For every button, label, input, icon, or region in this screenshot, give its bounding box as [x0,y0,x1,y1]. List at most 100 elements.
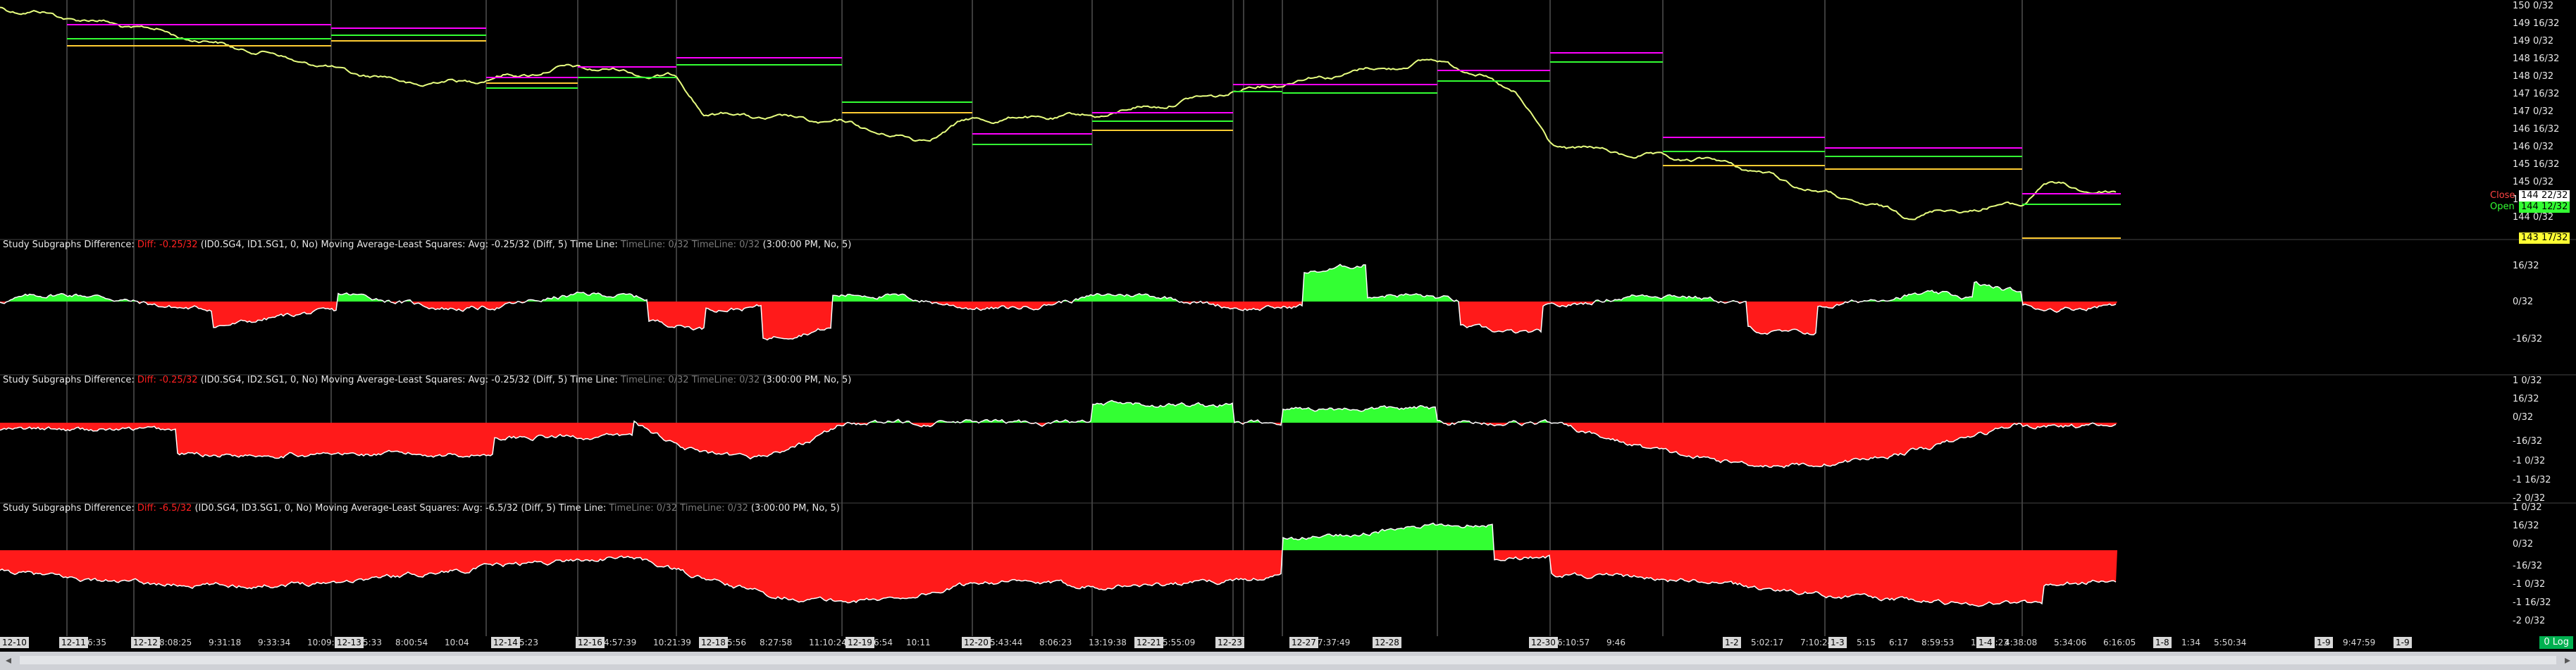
study-axis-tick: 16/32 [2513,521,2539,531]
close-value-box: 144 22/32 [2519,190,2570,201]
date-tag: 12-12 [131,637,160,648]
date-tag: 12-28 [1373,637,1401,648]
time-tag: 10:04 [445,638,469,647]
time-tag: 9:47:59 [2343,638,2376,647]
study-axis-tick: 1 0/32 [2513,502,2542,513]
study-title: Study Subgraphs Difference: [3,375,135,385]
time-tag: 5:23 [519,638,538,647]
study-axis-tick: -16/32 [2513,436,2543,447]
price-axis-tick: 147 0/32 [2513,106,2554,117]
diff-value: Diff: -0.25/32 [137,375,198,385]
time-tag: 1:34 [2181,638,2200,647]
date-tag: 1-9 [2315,637,2333,648]
diff-value: Diff: -6.5/32 [137,503,192,514]
study-axis-tick: -1 0/32 [2513,579,2546,590]
time-tag: 5:02:17 [1751,638,1784,647]
log-scale-button[interactable]: 0 Log [2539,636,2573,649]
price-axis-tick: 145 16/32 [2513,159,2560,170]
time-tag: 6:17 [1889,638,1908,647]
time-tag: 7:37:49 [1318,638,1351,647]
study-axis-tick: -1 16/32 [2513,475,2551,485]
scroll-right-icon[interactable]: ▸ [2565,653,2570,666]
ma-title: Moving Average-Least Squares: [321,375,466,385]
time-tag: 5:50:34 [2214,638,2247,647]
time-tag: 9:46 [1606,638,1626,647]
open-label: Open [2490,201,2515,212]
price-axis-tick: 149 0/32 [2513,36,2554,46]
timeline-value: TimeLine: 0/32 [691,375,760,385]
price-axis-tick: 145 0/32 [2513,177,2554,187]
ma-title: Moving Average-Least Squares: [321,240,466,250]
time-tag: 13:19:38 [1089,638,1127,647]
study-axis-tick: -1 0/32 [2513,456,2546,466]
time-tag: 10:21:39 [653,638,691,647]
scroll-left-icon[interactable]: ◂ [6,653,11,666]
date-tag: 12-16 [576,637,605,648]
study-ids: (ID0.SG4, ID3.SG1, 0, No) [194,503,313,514]
time-tag: 8:08:25 [159,638,192,647]
timeline-value: TimeLine: 0/32 [620,240,689,250]
date-tag: 12-13 [335,637,364,648]
chart-canvas[interactable] [0,0,2576,636]
time-tag: 5:15 [1857,638,1876,647]
timeline-params: (3:00:00 PM, No, 5) [762,375,852,385]
time-tag: 6:16:05 [2103,638,2136,647]
time-tag: 9:31:18 [209,638,242,647]
time-tag: 6:10:57 [1557,638,1590,647]
ma-title: Moving Average-Least Squares: [315,503,460,514]
time-tag: 8:59:53 [1921,638,1955,647]
avg-value: Avg: -0.25/32 [468,375,530,385]
timeline-value: TimeLine: 0/32 [609,503,678,514]
study-ids: (ID0.SG4, ID2.SG1, 0, No) [200,375,318,385]
price-axis-tick: 144 0/32 [2513,212,2554,223]
date-tag: 12-18 [699,637,728,648]
timeline-title: Time Line: [558,503,607,514]
open-value-box: 144 12/32 [2519,201,2570,213]
time-tag: 6:54 [874,638,893,647]
study-axis-tick: 16/32 [2513,261,2539,271]
date-tag: 1-9 [2394,637,2412,648]
time-tag: 4:38:08 [2005,638,2038,647]
time-tag: 8:00:54 [395,638,428,647]
price-axis-tick: 147 16/32 [2513,89,2560,99]
study-axis-tick: -1 16/32 [2513,597,2551,608]
study-title: Study Subgraphs Difference: [3,503,135,514]
price-axis-tick: 149 16/32 [2513,18,2560,29]
time-tag: 8:06:23 [1039,638,1072,647]
low-value-box: 143 17/32 [2519,232,2570,244]
time-tag: 11:10:24 [809,638,847,647]
date-tag: 12-30 [1529,637,1558,648]
close-label: Close [2490,190,2515,201]
study-ids: (ID0.SG4, ID1.SG1, 0, No) [200,240,318,250]
diff-param: (Diff, 5) [532,240,568,250]
price-axis-tick: 150 0/32 [2513,1,2554,11]
study-legend-3: Study Subgraphs Difference: Diff: -6.5/3… [3,503,840,514]
study-axis-tick: 0/32 [2513,539,2534,550]
time-tag: 9:33:34 [258,638,291,647]
scroll-track[interactable] [20,656,2556,664]
time-tag: 5:33 [363,638,382,647]
time-tag: 6:35 [87,638,106,647]
osc3-negative-area [0,550,2117,607]
date-tag: 12-10 [0,637,29,648]
date-tag: 12-11 [59,637,88,648]
study-axis-tick: -16/32 [2513,561,2543,571]
date-tag: 12-14 [491,637,520,648]
time-tag: 10:11 [906,638,931,647]
timeline-value: TimeLine: 0/32 [620,375,689,385]
horizontal-scrollbar[interactable]: ◂ ▸ [0,652,2576,670]
timeline-title: Time Line: [570,240,618,250]
study-title: Study Subgraphs Difference: [3,240,135,250]
date-tag: 12-27 [1289,637,1318,648]
date-tag: 1-3 [1828,637,1847,648]
diff-value: Diff: -0.25/32 [137,240,198,250]
price-axis-tick: 146 16/32 [2513,124,2560,135]
study-axis-tick: -16/32 [2513,334,2543,345]
study-legend-2: Study Subgraphs Difference: Diff: -0.25/… [3,375,851,385]
price-axis-tick: 148 16/32 [2513,54,2560,64]
time-tag: 5:43:44 [990,638,1023,647]
date-tag: 12-21 [1134,637,1163,648]
study-legend-1: Study Subgraphs Difference: Diff: -0.25/… [3,240,851,250]
time-tag: 5:55:09 [1163,638,1196,647]
avg-value: Avg: -0.25/32 [468,240,530,250]
